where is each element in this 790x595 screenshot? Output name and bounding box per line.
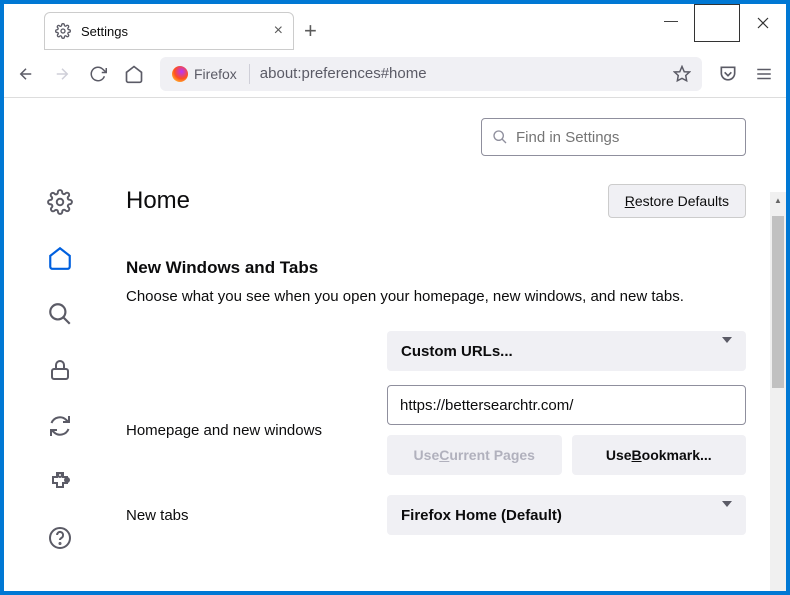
sidebar-item-help[interactable]	[46, 524, 74, 552]
window-close-button[interactable]	[740, 4, 786, 42]
sidebar-item-search[interactable]	[46, 300, 74, 328]
homepage-url-input[interactable]	[387, 385, 746, 425]
sidebar-item-home[interactable]	[46, 244, 74, 272]
find-in-settings-input[interactable]	[516, 129, 735, 146]
window-maximize-button[interactable]	[694, 4, 740, 42]
vertical-scrollbar[interactable]: ▲	[770, 192, 786, 591]
restore-defaults-button[interactable]: Restore Defaults	[608, 184, 746, 218]
bookmark-star-button[interactable]	[672, 64, 692, 84]
homepage-label: Homepage and new windows	[126, 422, 371, 439]
section-description: Choose what you see when you open your h…	[126, 286, 746, 307]
sidebar-item-extensions[interactable]	[46, 468, 74, 496]
sidebar-item-general[interactable]	[46, 188, 74, 216]
address-bar[interactable]: Firefox about:preferences#home	[160, 57, 702, 91]
find-in-settings[interactable]	[481, 118, 746, 156]
settings-main: Home Restore Defaults New Windows and Ta…	[116, 98, 786, 591]
browser-toolbar: Firefox about:preferences#home	[4, 50, 786, 98]
settings-sidebar	[4, 98, 116, 591]
scroll-up-arrow[interactable]: ▲	[770, 192, 786, 208]
titlebar: Settings × + —	[4, 4, 786, 50]
window-minimize-button[interactable]: —	[648, 1, 694, 39]
sidebar-item-privacy[interactable]	[46, 356, 74, 384]
pocket-button[interactable]	[718, 64, 738, 84]
app-menu-button[interactable]	[754, 64, 774, 84]
reload-button[interactable]	[88, 64, 108, 84]
use-bookmark-button[interactable]: Use Bookmark...	[572, 435, 747, 475]
use-current-pages-button: Use Current Pages	[387, 435, 562, 475]
identity-label: Firefox	[194, 66, 237, 82]
identity-badge[interactable]: Firefox	[170, 61, 239, 87]
divider	[249, 64, 250, 84]
content-area: Home Restore Defaults New Windows and Ta…	[4, 98, 786, 591]
browser-tab[interactable]: Settings ×	[44, 12, 294, 50]
search-icon	[492, 129, 508, 145]
homepage-mode-value: Custom URLs...	[401, 343, 513, 360]
newtabs-value: Firefox Home (Default)	[401, 507, 562, 524]
tab-close-button[interactable]: ×	[274, 22, 283, 40]
forward-button	[52, 64, 72, 84]
chevron-down-icon	[722, 507, 732, 524]
section-title: New Windows and Tabs	[126, 258, 746, 278]
tab-title: Settings	[81, 24, 264, 39]
new-tab-button[interactable]: +	[304, 18, 317, 44]
back-button[interactable]	[16, 64, 36, 84]
home-icon[interactable]	[124, 64, 144, 84]
url-text: about:preferences#home	[260, 65, 427, 82]
newtabs-select[interactable]: Firefox Home (Default)	[387, 495, 746, 535]
newtabs-label: New tabs	[126, 507, 371, 524]
window-controls: —	[648, 4, 786, 42]
scrollbar-thumb[interactable]	[772, 216, 784, 388]
gear-icon	[55, 23, 71, 39]
page-title: Home	[126, 187, 190, 215]
homepage-mode-select[interactable]: Custom URLs...	[387, 331, 746, 371]
sidebar-item-sync[interactable]	[46, 412, 74, 440]
chevron-down-icon	[722, 343, 732, 360]
firefox-icon	[172, 66, 188, 82]
